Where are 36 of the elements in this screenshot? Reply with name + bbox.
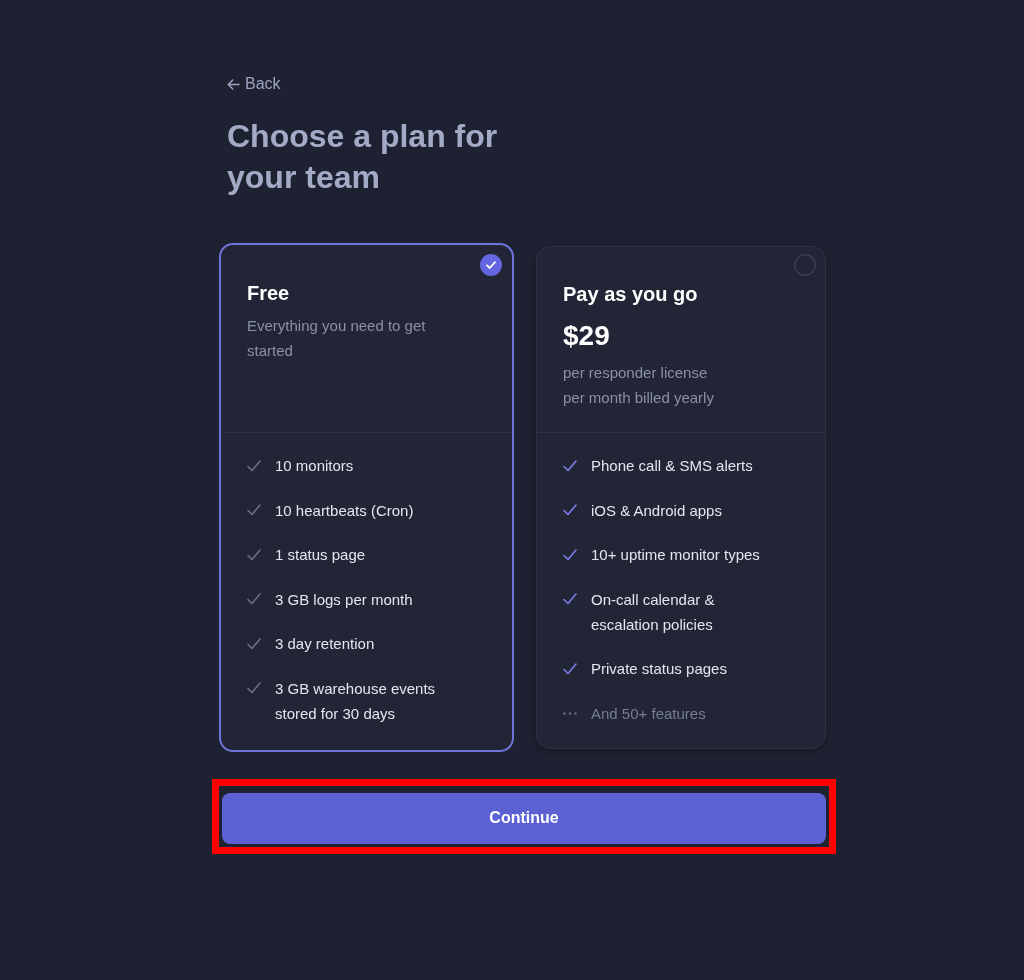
feature-label: Private status pages: [591, 659, 727, 679]
plan-price: $29: [563, 319, 611, 353]
feature-label: 3 GB logs per month: [275, 589, 413, 610]
ellipsis-icon: [563, 711, 577, 715]
check-icon: [247, 637, 261, 650]
feature-label: 10 heartbeats (Cron): [275, 500, 414, 521]
check-icon: [247, 593, 261, 605]
feature-label: And 50+ features: [591, 703, 706, 724]
feature-label: 10+ uptime monitor types: [591, 545, 760, 565]
plan-name: Free: [247, 281, 291, 306]
check-icon: [563, 662, 577, 675]
arrow-left-icon: [227, 78, 240, 90]
plan-card[interactable]: Free Everything you need to get started 10 monitors 10 heartbeats (Cron) 1 status page 3 GB logs per month 3 day retention 3 GB warehouse events stored for 30 days: [219, 243, 514, 752]
feature-label: Phone call & SMS alerts: [591, 456, 753, 476]
page-title: Choose a plan for your team: [227, 117, 499, 197]
plan-card[interactable]: [536, 246, 826, 749]
check-icon: [247, 459, 261, 472]
feature-label: 1 status page: [275, 545, 366, 565]
feature-label: 3 GB warehouse events stored for 30 days: [275, 678, 437, 724]
check-icon: [247, 548, 261, 561]
plan-name: Pay as you go: [563, 282, 699, 307]
continue-button[interactable]: Continue: [222, 792, 826, 844]
check-icon: [247, 682, 261, 694]
price-note: per responder license: [563, 363, 709, 383]
check-icon: [563, 459, 577, 472]
feature-label: 3 day retention: [275, 634, 375, 654]
feature-label: 10 monitors: [275, 456, 354, 476]
feature-label: On-call calendar & escalation policies: [591, 589, 716, 635]
feature-label: iOS & Android apps: [591, 500, 722, 521]
check-icon: [563, 548, 577, 561]
plan-description: Everything you need to get started: [247, 316, 427, 361]
back-link[interactable]: Back: [227, 75, 281, 93]
price-note: per month billed yearly: [563, 388, 715, 408]
check-icon: [563, 593, 577, 605]
check-icon: [247, 504, 261, 516]
check-icon: [563, 504, 577, 516]
